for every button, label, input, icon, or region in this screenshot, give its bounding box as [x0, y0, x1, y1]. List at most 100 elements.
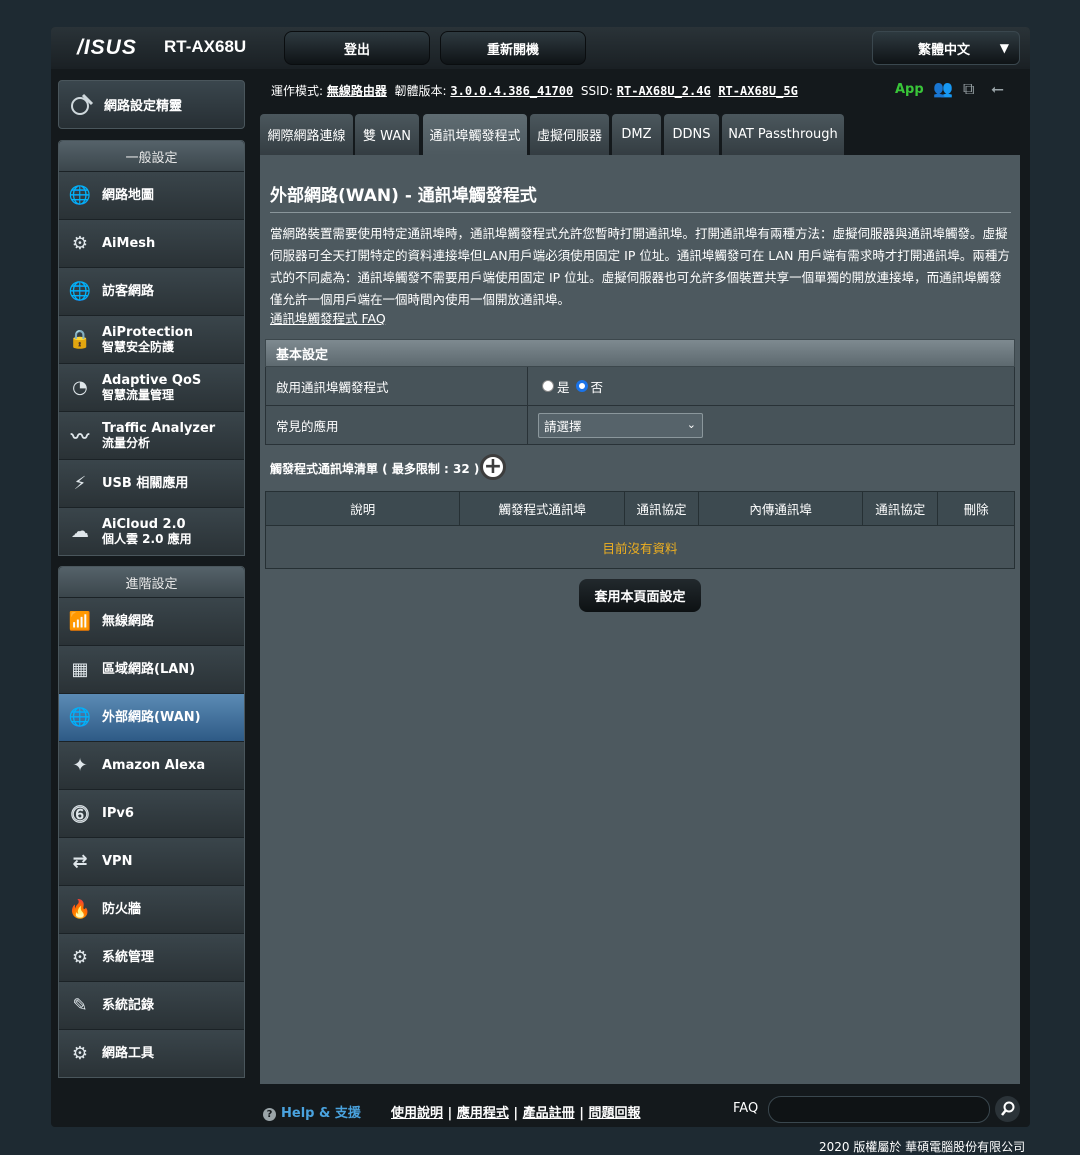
mode-label: 運作模式: — [271, 84, 324, 98]
firewall-icon: 🔥 — [68, 899, 92, 920]
enable-row: 啟用通訊埠觸發程式 是 否 — [265, 367, 1015, 406]
footer-link-feedback[interactable]: 問題回報 — [588, 1106, 640, 1121]
sidebar-item-wan-globe[interactable]: 🌐 外部網路(WAN) — [59, 693, 244, 741]
vpn-icon: ⇄ — [72, 851, 88, 872]
app-link[interactable]: App — [895, 82, 924, 97]
faq-search-button[interactable] — [995, 1096, 1020, 1122]
sidebar-item-title: 網路工具 — [102, 1046, 155, 1061]
nav-general-title: 一般設定 — [59, 141, 244, 171]
help-label: Help & 支援 — [281, 1106, 361, 1121]
help-support[interactable]: ? Help & 支援 — [263, 1102, 361, 1121]
search-icon — [1000, 1101, 1014, 1116]
sidebar-item-title: 區域網路(LAN) — [102, 662, 196, 677]
tab-4[interactable]: DMZ — [612, 114, 661, 155]
sidebar-item-label: 網路工具 — [102, 1046, 154, 1061]
sidebar-item-title: 訪客網路 — [102, 284, 155, 299]
radio-yes[interactable] — [542, 380, 554, 392]
sidebar-item-tools[interactable]: ⚙ 網路工具 — [59, 1029, 244, 1077]
page-description: 當網路裝置需要使用特定通訊埠時，通訊埠觸發程式允許您暫時打開通訊埠。打開通訊埠有… — [270, 226, 1010, 307]
sidebar-item-vpn[interactable]: ⇄ VPN — [59, 837, 244, 885]
guest-network-icon: 🌐 — [68, 281, 92, 302]
footer-link-register[interactable]: 產品註冊 — [523, 1106, 575, 1121]
add-rule-button[interactable]: + — [480, 454, 506, 480]
monitors-icon[interactable]: ⧉ — [963, 79, 974, 99]
sidebar-item-usb[interactable]: ⚡ USB 相關應用 — [59, 459, 244, 507]
sidebar-item-label: 系統記錄 — [102, 998, 154, 1013]
radio-yes-label: 是 — [557, 379, 570, 395]
firmware-link[interactable]: 3.0.0.4.386_41700 — [450, 84, 573, 98]
enable-label: 啟用通訊埠觸發程式 — [266, 367, 528, 405]
sidebar-item-title: AiProtection — [102, 324, 193, 340]
tab-1[interactable]: 雙 WAN — [355, 114, 419, 155]
col-delete: 刪除 — [963, 502, 989, 517]
radio-no-label: 否 — [590, 379, 604, 395]
sidebar-item-ipv6[interactable]: ⓺ IPv6 — [59, 789, 244, 837]
tab-6[interactable]: NAT Passthrough — [722, 114, 844, 155]
footer-link-utility[interactable]: 應用程式 — [457, 1106, 509, 1121]
aimesh-icon: ⚙ — [71, 233, 89, 254]
plus-icon: + — [483, 454, 503, 479]
tools-icon: ⚙ — [71, 1043, 89, 1064]
reboot-button[interactable]: 重新開機 — [440, 31, 586, 65]
radio-no[interactable] — [575, 380, 588, 392]
sidebar-item-admin-gear[interactable]: ⚙ 系統管理 — [59, 933, 244, 981]
sidebar-item-lan[interactable]: ▦ 區域網路(LAN) — [59, 645, 244, 693]
tab-5[interactable]: DDNS — [664, 114, 719, 155]
sidebar-item-speedometer[interactable]: ◔ Adaptive QoS 智慧流量管理 — [59, 363, 244, 411]
tab-2[interactable]: 通訊埠觸發程式 — [423, 114, 527, 155]
clients-icon[interactable]: 👥 — [933, 79, 953, 98]
sidebar-item-lock-shield[interactable]: 🔒 AiProtection 智慧安全防護 — [59, 315, 244, 363]
sidebar-item-alexa[interactable]: ✦ Amazon Alexa — [59, 741, 244, 789]
mode-link[interactable]: 無線路由器 — [327, 84, 387, 98]
sidebar-item-label: AiMesh — [102, 236, 155, 251]
tab-0[interactable]: 網際網路連線 — [260, 114, 353, 155]
alexa-icon: ✦ — [72, 755, 88, 776]
sidebar-item-label: 網路地圖 — [102, 188, 154, 203]
sidebar-item-subtitle: 流量分析 — [102, 435, 151, 450]
quick-setup-label: 網路設定精靈 — [104, 99, 183, 114]
lock-shield-icon: 🔒 — [68, 329, 92, 350]
footer-links: 使用說明 | 應用程式 | 產品註冊 | 問題回報 — [391, 1106, 641, 1121]
faq-link[interactable]: 通訊埠觸發程式 FAQ — [270, 308, 386, 327]
sidebar-item-wireless[interactable]: 📶 無線網路 — [59, 597, 244, 645]
sidebar-item-title: 系統記錄 — [102, 998, 155, 1013]
col-protocol-2: 通訊協定 — [863, 492, 939, 525]
nav-advanced-title: 進階設定 — [59, 567, 244, 597]
sidebar-item-log[interactable]: ✎ 系統記錄 — [59, 981, 244, 1029]
common-app-select[interactable]: 請選擇 ⌄ — [538, 412, 703, 438]
sidebar-item-title: IPv6 — [102, 806, 134, 821]
footer-link-manual[interactable]: 使用說明 — [391, 1106, 443, 1121]
sidebar-item-subtitle: 智慧安全防護 — [102, 339, 175, 354]
language-select[interactable]: 繁體中文 ▼ — [872, 31, 1020, 65]
ssid-24-link[interactable]: RT-AX68U_2.4G — [617, 84, 711, 98]
logout-button[interactable]: 登出 — [284, 31, 430, 65]
wan-globe-icon: 🌐 — [68, 707, 92, 728]
sidebar-item-firewall[interactable]: 🔥 防火牆 — [59, 885, 244, 933]
quick-setup-button[interactable]: 網路設定精靈 — [58, 80, 245, 129]
language-label: 繁體中文 — [918, 42, 971, 58]
sidebar-item-globe-map[interactable]: 🌐 網路地圖 — [59, 171, 244, 219]
tab-3[interactable]: 虛擬伺服器 — [530, 114, 609, 155]
asus-logo: /ISUS — [77, 36, 137, 59]
common-app-value: 請選擇 — [544, 418, 582, 434]
page-title: 外部網路(WAN) - 通訊埠觸發程式 — [270, 186, 537, 206]
sidebar-item-label: VPN — [102, 854, 132, 869]
sidebar-item-traffic-analyzer[interactable]: 〰 Traffic Analyzer 流量分析 — [59, 411, 244, 459]
col-description: 說明 — [266, 492, 461, 525]
sidebar-item-aimesh[interactable]: ⚙ AiMesh — [59, 219, 244, 267]
sidebar-item-title: 外部網路(WAN) — [102, 710, 201, 725]
ssid-5-link[interactable]: RT-AX68U_5G — [718, 84, 797, 98]
sidebar-item-label: AiCloud 2.0 個人雲 2.0 應用 — [102, 517, 192, 547]
sidebar-item-label: 區域網路(LAN) — [102, 662, 195, 677]
nav-advanced-group: 進階設定 📶 無線網路 ▦ 區域網路(LAN) 🌐 外部網路(WAN) ✦ Amazon Al… — [58, 566, 245, 1078]
sidebar-item-guest-network[interactable]: 🌐 訪客網路 — [59, 267, 244, 315]
faq-search-input[interactable] — [768, 1096, 990, 1123]
sidebar-item-cloud[interactable]: ☁ AiCloud 2.0 個人雲 2.0 應用 — [59, 507, 244, 555]
apply-button[interactable]: 套用本頁面設定 — [579, 579, 701, 612]
help-icon: ? — [263, 1108, 276, 1121]
chevron-down-icon: ▼ — [999, 41, 1009, 55]
usb-status-icon[interactable]: ⭠ — [991, 79, 1004, 99]
sidebar-item-label: Adaptive QoS 智慧流量管理 — [102, 373, 201, 403]
usb-icon: ⚡ — [73, 473, 87, 494]
col-incoming-port: 內傳通訊埠 — [699, 492, 864, 525]
